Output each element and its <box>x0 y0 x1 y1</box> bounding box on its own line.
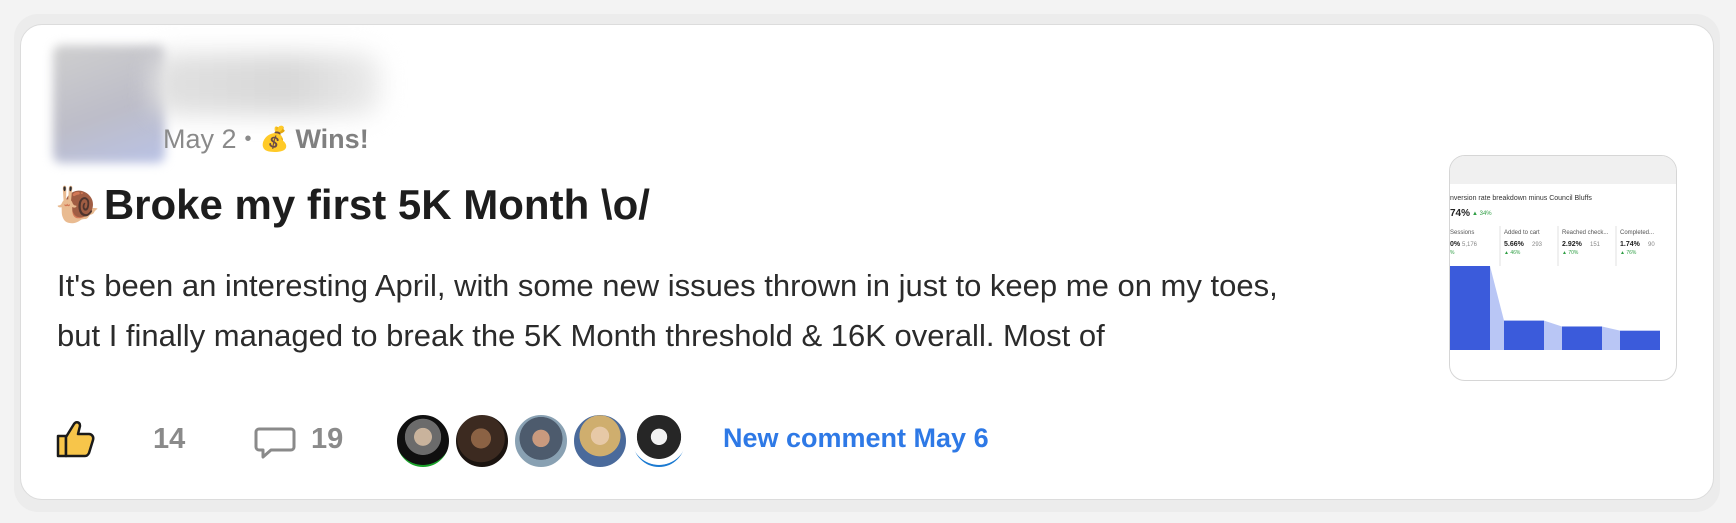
thumbnail-column-count: 293 <box>1532 242 1543 248</box>
thumbnail-summary-value: 74% <box>1450 208 1470 219</box>
commenter-avatar[interactable] <box>631 413 687 469</box>
thumbnail-column-label: Added to cart <box>1504 230 1540 236</box>
thumbnail-column-value: 2.92% <box>1562 241 1583 248</box>
thumbnail-bar <box>1620 330 1660 350</box>
thumbnail-column-value: 5.66% <box>1504 241 1525 248</box>
commenter-avatar[interactable] <box>513 413 569 469</box>
thumbs-up-icon[interactable] <box>53 417 97 461</box>
post-category[interactable]: Wins! <box>295 124 368 155</box>
thumbnail-column-value: 0% <box>1450 241 1461 248</box>
like-count: 14 <box>153 423 186 455</box>
thumbnail-chart: nversion rate breakdown minus Council Bl… <box>1450 156 1676 350</box>
comment-count: 19 <box>311 423 344 455</box>
thumbnail-column-change: % <box>1450 250 1455 256</box>
thumbnail-bar <box>1450 266 1490 350</box>
author-name[interactable] <box>151 53 381 115</box>
thumbnail-column-change: ▲ 76% <box>1620 250 1637 256</box>
post-actions: 14 19 New comment May 6 <box>53 405 1453 477</box>
post-card[interactable]: May 2 • 💰 Wins! 🐌 Broke my first 5K Mont… <box>20 24 1714 500</box>
commenter-avatar[interactable] <box>395 413 451 469</box>
thumbnail-summary-change: ▲ 34% <box>1472 211 1492 217</box>
post-title[interactable]: 🐌 Broke my first 5K Month \o/ <box>55 181 650 229</box>
thumbnail-column-label: Reached check... <box>1562 230 1609 236</box>
thumbnail-column-count: 5,176 <box>1462 242 1478 248</box>
author-avatar[interactable] <box>53 45 165 163</box>
thumbnail-column-change: ▲ 70% <box>1562 250 1579 256</box>
comment-icon[interactable] <box>253 419 297 463</box>
post-meta: May 2 • 💰 Wins! <box>163 119 369 159</box>
money-bag-icon: 💰 <box>259 125 290 153</box>
thumbnail-column-change: ▲ 46% <box>1504 250 1521 256</box>
thumbnail-funnel-connector <box>1490 266 1504 350</box>
thumbnail-column-label: Completed... <box>1620 230 1654 236</box>
thumbnail-funnel-connector <box>1544 320 1562 350</box>
thumbnail-column-value: 1.74% <box>1620 241 1641 248</box>
post-body-preview[interactable]: It's been an interesting April, with som… <box>57 261 1297 361</box>
thumbnail-bar <box>1562 326 1602 350</box>
post-date: May 2 <box>163 123 237 154</box>
thumbnail-funnel-connector <box>1602 326 1620 350</box>
post-thumbnail[interactable]: nversion rate breakdown minus Council Bl… <box>1449 155 1677 381</box>
commenter-avatars[interactable] <box>395 413 690 471</box>
snail-icon: 🐌 <box>55 184 100 225</box>
new-comment-link[interactable]: New comment May 6 <box>723 423 989 454</box>
post-title-text[interactable]: Broke my first 5K Month \o/ <box>104 181 650 229</box>
thumbnail-column-label: Sessions <box>1450 230 1474 236</box>
commenter-avatar[interactable] <box>572 413 628 469</box>
thumbnail-column-count: 151 <box>1590 242 1601 248</box>
meta-separator: • <box>244 127 252 150</box>
thumbnail-column-count: 90 <box>1648 242 1655 248</box>
thumbnail-bar <box>1504 320 1544 350</box>
commenter-avatar[interactable] <box>454 413 510 469</box>
thumbnail-heading: nversion rate breakdown minus Council Bl… <box>1450 195 1592 202</box>
